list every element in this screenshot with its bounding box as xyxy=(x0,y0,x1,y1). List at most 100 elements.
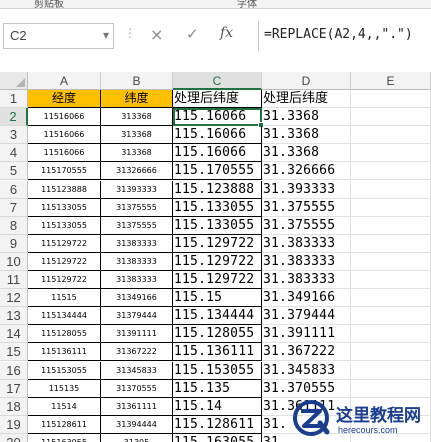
cell-c[interactable]: 115.133055 xyxy=(173,216,262,235)
row-header[interactable]: 6 xyxy=(0,180,28,199)
cell-b[interactable]: 31383333 xyxy=(101,271,173,290)
cell-c[interactable]: 115.136111 xyxy=(173,343,262,362)
cell-a[interactable]: 115133055 xyxy=(28,216,101,235)
cell-e[interactable] xyxy=(351,144,431,163)
cell-c[interactable]: 115.129722 xyxy=(173,234,262,253)
cell-e[interactable] xyxy=(351,271,431,290)
row-header[interactable]: 1 xyxy=(0,90,28,109)
cell-b[interactable]: 313368 xyxy=(101,144,173,163)
row-header[interactable]: 14 xyxy=(0,325,28,344)
column-header-e[interactable]: E xyxy=(351,72,431,90)
row-header[interactable]: 5 xyxy=(0,162,28,181)
cell-c[interactable]: 115.128611 xyxy=(173,415,262,434)
cell-a[interactable]: 115134444 xyxy=(28,307,101,326)
cell-b[interactable]: 31367222 xyxy=(101,343,173,362)
enter-icon[interactable]: ✓ xyxy=(186,25,202,45)
cell-d[interactable]: 31.3368 xyxy=(262,108,351,127)
cell-a[interactable]: 115133055 xyxy=(28,198,101,217)
cell-b[interactable]: 313368 xyxy=(101,108,173,127)
cell-e[interactable] xyxy=(351,108,431,127)
column-header-d[interactable]: D xyxy=(262,72,351,90)
cell-b[interactable]: 31383333 xyxy=(101,234,173,253)
cell-b[interactable]: 31394444 xyxy=(101,415,173,434)
cell-d[interactable]: 31.367222 xyxy=(262,343,351,362)
cell-c[interactable]: 115.163055 xyxy=(173,433,262,442)
cell-c[interactable]: 115.14 xyxy=(173,397,262,416)
header-cell-longitude[interactable]: 经度 xyxy=(28,90,101,109)
cell-e[interactable] xyxy=(351,307,431,326)
cell-a[interactable]: 115129722 xyxy=(28,234,101,253)
cell-a[interactable]: 115170555 xyxy=(28,162,101,181)
cell-d[interactable]: 31.383333 xyxy=(262,271,351,290)
row-header[interactable]: 15 xyxy=(0,343,28,362)
row-header[interactable]: 7 xyxy=(0,198,28,217)
row-header[interactable]: 16 xyxy=(0,361,28,380)
cell-c[interactable]: 115.123888 xyxy=(173,180,262,199)
chevron-down-icon[interactable]: ▾ xyxy=(103,28,109,42)
cell-b[interactable]: 31361111 xyxy=(101,397,173,416)
cell-c[interactable]: 115.135 xyxy=(173,379,262,398)
selected-cell-c2[interactable]: 115.16066 xyxy=(173,108,262,127)
cell-b[interactable]: 31345833 xyxy=(101,361,173,380)
row-header[interactable]: 20 xyxy=(0,433,28,442)
row-header[interactable]: 10 xyxy=(0,252,28,271)
select-all-corner[interactable] xyxy=(0,72,28,90)
cell-d[interactable]: 31.375555 xyxy=(262,198,351,217)
header-cell-latitude[interactable]: 纬度 xyxy=(101,90,173,109)
cell-a[interactable]: 115136111 xyxy=(28,343,101,362)
cell-c[interactable]: 115.15 xyxy=(173,289,262,308)
cell-c[interactable]: 115.170555 xyxy=(173,162,262,181)
cell-e[interactable] xyxy=(351,289,431,308)
cell-b[interactable]: 31375555 xyxy=(101,198,173,217)
cell-b[interactable]: 31391111 xyxy=(101,325,173,344)
row-header[interactable]: 12 xyxy=(0,289,28,308)
cell-c[interactable]: 115.128055 xyxy=(173,325,262,344)
cell-b[interactable]: 31383333 xyxy=(101,252,173,271)
header-cell-processed-c[interactable]: 处理后纬度 xyxy=(173,90,262,109)
cell-e[interactable] xyxy=(351,90,431,109)
cell-a[interactable]: 115163055 xyxy=(28,433,101,442)
cell-a[interactable]: 115123888 xyxy=(28,180,101,199)
row-header[interactable]: 19 xyxy=(0,415,28,434)
cell-c[interactable]: 115.133055 xyxy=(173,198,262,217)
cell-c[interactable]: 115.16066 xyxy=(173,144,262,163)
cell-e[interactable] xyxy=(351,379,431,398)
cell-d[interactable]: 31.349166 xyxy=(262,289,351,308)
row-header[interactable]: 8 xyxy=(0,216,28,235)
row-header[interactable]: 2 xyxy=(0,108,28,127)
cell-a[interactable]: 11516066 xyxy=(28,108,101,127)
cell-a[interactable]: 11515 xyxy=(28,289,101,308)
header-cell-processed-d[interactable]: 处理后纬度 xyxy=(262,90,351,109)
insert-function-icon[interactable]: fx xyxy=(220,25,240,45)
cell-d[interactable]: 31.383333 xyxy=(262,234,351,253)
column-header-c[interactable]: C xyxy=(173,72,262,90)
cell-b[interactable]: 31326666 xyxy=(101,162,173,181)
cell-d[interactable]: 31.370555 xyxy=(262,379,351,398)
cell-b[interactable]: 31393333 xyxy=(101,180,173,199)
cell-d[interactable]: 31.3368 xyxy=(262,126,351,145)
cell-e[interactable] xyxy=(351,126,431,145)
cancel-icon[interactable]: × xyxy=(150,25,166,45)
cell-e[interactable] xyxy=(351,325,431,344)
cell-d[interactable]: 31.393333 xyxy=(262,180,351,199)
cell-a[interactable]: 115135 xyxy=(28,379,101,398)
cell-d[interactable]: 31.383333 xyxy=(262,252,351,271)
cell-d[interactable]: 31.379444 xyxy=(262,307,351,326)
cell-d[interactable]: 31.391111 xyxy=(262,325,351,344)
cell-e[interactable] xyxy=(351,180,431,199)
cell-a[interactable]: 11516066 xyxy=(28,144,101,163)
cell-e[interactable] xyxy=(351,343,431,362)
cell-a[interactable]: 11514 xyxy=(28,397,101,416)
column-header-a[interactable]: A xyxy=(28,72,101,90)
cell-e[interactable] xyxy=(351,162,431,181)
cell-c[interactable]: 115.129722 xyxy=(173,271,262,290)
cell-b[interactable]: 31305 xyxy=(101,433,173,442)
cell-c[interactable]: 115.153055 xyxy=(173,361,262,380)
cell-d[interactable]: 31.326666 xyxy=(262,162,351,181)
row-header[interactable]: 18 xyxy=(0,397,28,416)
formula-input[interactable]: =REPLACE(A2,4,,".") xyxy=(258,21,431,51)
cell-e[interactable] xyxy=(351,361,431,380)
cell-d[interactable]: 31.375555 xyxy=(262,216,351,235)
cell-c[interactable]: 115.134444 xyxy=(173,307,262,326)
row-header[interactable]: 3 xyxy=(0,126,28,145)
